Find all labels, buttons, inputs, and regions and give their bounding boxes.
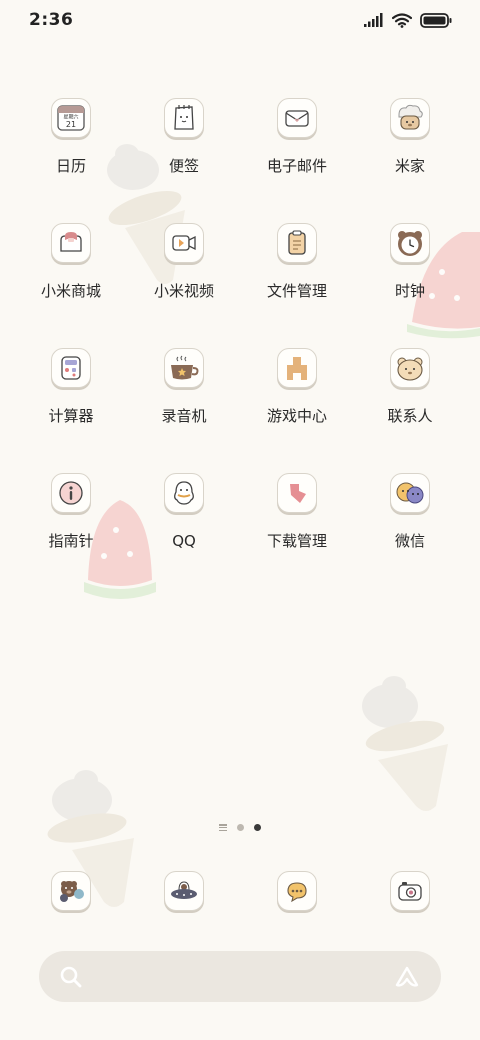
app-calendar[interactable]: 星期六 21 日历 bbox=[21, 98, 121, 188]
dock-phone[interactable] bbox=[51, 871, 91, 911]
dock-camera[interactable] bbox=[390, 871, 430, 911]
app-label: 电子邮件 bbox=[266, 157, 327, 175]
app-label: 联系人 bbox=[387, 407, 433, 425]
app-label: 微信 bbox=[394, 532, 425, 550]
compass-icon bbox=[51, 473, 91, 513]
qq-icon bbox=[164, 473, 204, 513]
contacts-icon bbox=[390, 348, 430, 388]
calculator-icon bbox=[51, 348, 91, 388]
ice-cream-decoration-2 bbox=[362, 676, 448, 811]
phone-bear-icon bbox=[51, 871, 91, 911]
mijia-icon bbox=[390, 98, 430, 138]
page-dot-active bbox=[254, 824, 261, 831]
recorder-icon bbox=[164, 348, 204, 388]
app-mijia[interactable]: 米家 bbox=[360, 98, 460, 188]
calendar-day: 21 bbox=[66, 120, 76, 129]
app-label: 日历 bbox=[55, 157, 86, 175]
app-label: 计算器 bbox=[48, 407, 94, 425]
app-label: QQ bbox=[172, 532, 196, 550]
app-email[interactable]: 电子邮件 bbox=[247, 98, 347, 188]
app-label: 文件管理 bbox=[266, 282, 327, 300]
wifi-icon bbox=[392, 12, 412, 28]
download-manager-icon bbox=[277, 473, 317, 513]
signal-icon bbox=[364, 13, 383, 27]
search-icon[interactable] bbox=[59, 965, 83, 989]
app-calculator[interactable]: 计算器 bbox=[21, 348, 121, 438]
app-mi-video[interactable]: 小米视频 bbox=[134, 223, 234, 313]
mi-store-icon bbox=[51, 223, 91, 263]
app-compass[interactable]: 指南针 bbox=[21, 473, 121, 563]
app-label: 游戏中心 bbox=[266, 407, 327, 425]
page-dot bbox=[237, 824, 244, 831]
browser-ufo-icon bbox=[164, 871, 204, 911]
app-label: 米家 bbox=[394, 157, 425, 175]
notes-icon bbox=[164, 98, 204, 138]
app-label: 小米商城 bbox=[40, 282, 101, 300]
app-notes[interactable]: 便签 bbox=[134, 98, 234, 188]
file-manager-icon bbox=[277, 223, 317, 263]
email-icon bbox=[277, 98, 317, 138]
app-file-manager[interactable]: 文件管理 bbox=[247, 223, 347, 313]
mi-video-icon bbox=[164, 223, 204, 263]
battery-icon bbox=[420, 12, 452, 28]
search-bar[interactable] bbox=[39, 951, 441, 1002]
page-indicator[interactable] bbox=[219, 824, 261, 831]
app-mi-store[interactable]: 小米商城 bbox=[21, 223, 121, 313]
dock-messages[interactable] bbox=[277, 871, 317, 911]
camera-icon bbox=[390, 871, 430, 911]
wechat-icon bbox=[390, 473, 430, 513]
status-time: 2:36 bbox=[29, 10, 74, 30]
app-qq[interactable]: QQ bbox=[134, 473, 234, 563]
page-list-icon bbox=[219, 824, 227, 831]
app-label: 录音机 bbox=[161, 407, 207, 425]
app-label: 小米视频 bbox=[153, 282, 214, 300]
calendar-icon: 星期六 21 bbox=[51, 98, 91, 138]
app-label: 下载管理 bbox=[266, 532, 327, 550]
app-contacts[interactable]: 联系人 bbox=[360, 348, 460, 438]
clock-icon bbox=[390, 223, 430, 263]
dock-browser[interactable] bbox=[164, 871, 204, 911]
app-recorder[interactable]: 录音机 bbox=[134, 348, 234, 438]
messages-icon bbox=[277, 871, 317, 911]
app-label: 时钟 bbox=[394, 282, 425, 300]
status-icons bbox=[364, 12, 452, 28]
app-label: 便签 bbox=[168, 157, 199, 175]
assistant-icon[interactable] bbox=[393, 965, 421, 989]
app-label: 指南针 bbox=[48, 532, 94, 550]
app-download-manager[interactable]: 下载管理 bbox=[247, 473, 347, 563]
status-bar: 2:36 bbox=[0, 0, 480, 40]
app-wechat[interactable]: 微信 bbox=[360, 473, 460, 563]
game-center-icon bbox=[277, 348, 317, 388]
app-game-center[interactable]: 游戏中心 bbox=[247, 348, 347, 438]
app-clock[interactable]: 时钟 bbox=[360, 223, 460, 313]
